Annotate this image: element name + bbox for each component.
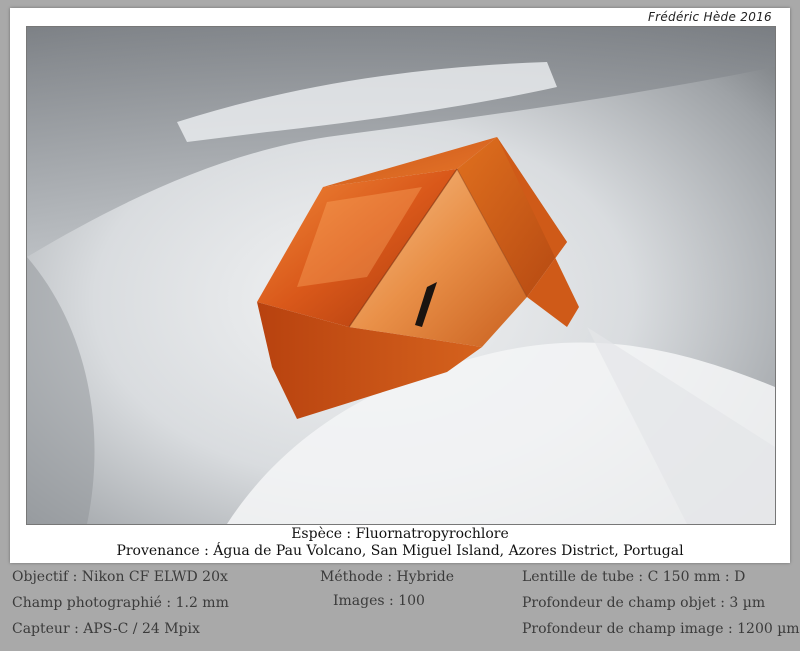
spec-field: Champ photographié : 1.2 mm bbox=[12, 595, 229, 611]
provenance-caption: Provenance : Água de Pau Volcano, San Mi… bbox=[116, 543, 684, 559]
photographer-credit: Frédéric Hède 2016 bbox=[647, 10, 772, 24]
crystal-illustration bbox=[27, 27, 775, 524]
spec-sensor: Capteur : APS-C / 24 Mpix bbox=[12, 621, 200, 637]
spec-tube-lens: Lentille de tube : C 150 mm : D bbox=[522, 569, 746, 585]
spec-objective: Objectif : Nikon CF ELWD 20x bbox=[12, 569, 228, 585]
mineral-photo bbox=[26, 26, 776, 525]
spec-dof-image: Profondeur de champ image : 1200 µm bbox=[522, 621, 800, 637]
spec-method: Méthode : Hybride bbox=[320, 569, 455, 585]
spec-dof-object: Profondeur de champ objet : 3 µm bbox=[522, 595, 766, 611]
spec-images: Images : 100 bbox=[333, 593, 425, 609]
species-caption: Espèce : Fluornatropyrochlore bbox=[291, 526, 509, 542]
photo-frame: Frédéric Hède 2016 Espèce: Fluornatropy… bbox=[10, 8, 790, 563]
